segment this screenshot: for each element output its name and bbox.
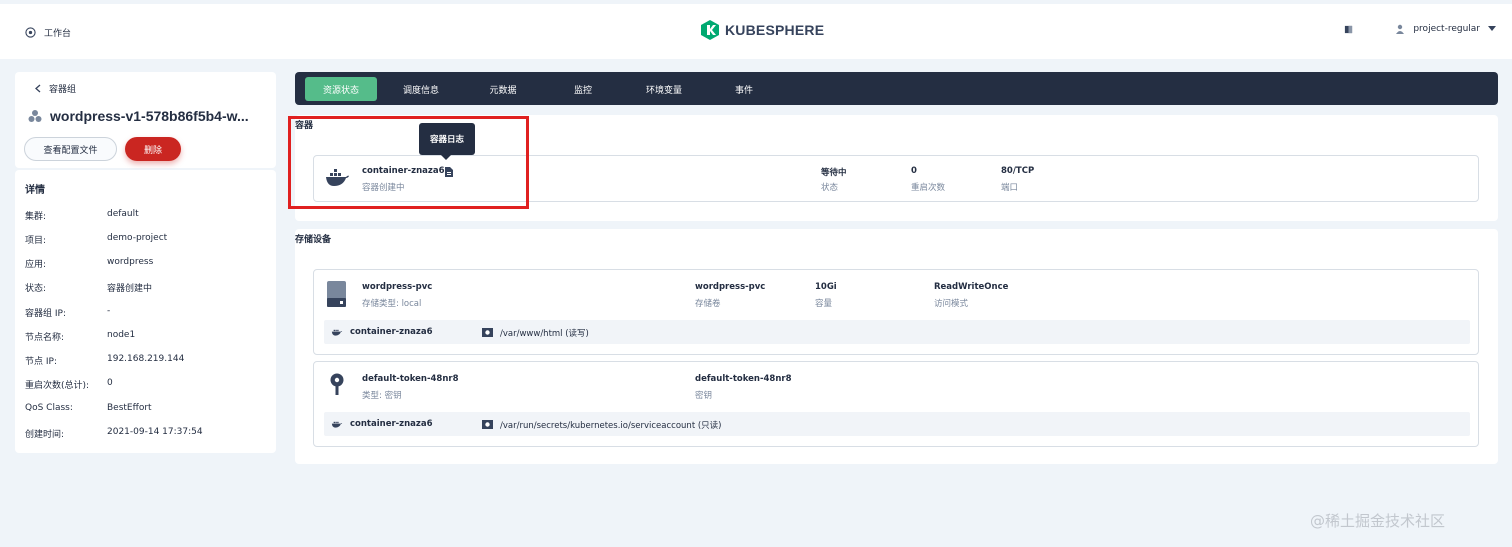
detail-value: 2021-09-14 17:37:54 [107,427,203,437]
container-restarts-label: 重启次数 [911,183,946,193]
detail-key: 重启次数(总计): [25,381,90,391]
tab-scheduling[interactable]: 调度信息 [385,77,457,101]
mount-path-icon [482,420,493,429]
detail-value: demo-project [107,233,168,243]
pod-icon [28,110,42,122]
volume-type: 存储类型: local [362,299,422,309]
volume-access-mode-label: 访问模式 [934,299,969,309]
pod-name: wordpress-v1-578b86f5b4-w... [50,108,249,124]
back-link[interactable]: 容器组 [35,82,76,95]
container-port-value: 80/TCP [1001,166,1035,176]
volume-pvc-label: 存储卷 [695,299,721,309]
tab-metadata[interactable]: 元数据 [467,77,539,101]
detail-value: BestEffort [107,403,152,413]
detail-value: 容器创建中 [107,284,153,294]
tab-monitoring[interactable]: 监控 [547,77,619,101]
mount-row: container-znaza6 /var/www/html (读写) [324,320,1470,344]
detail-row: 状态: 容器创建中 [25,281,152,294]
kubesphere-logo-icon [701,20,719,40]
header-right: project-regular [1344,24,1496,34]
detail-value: node1 [107,330,136,340]
detail-row: QoS Class: BestEffort [25,403,152,413]
kubesphere-logo[interactable]: KUBESPHERE [700,19,824,41]
workbench-icon [25,27,36,38]
storage-section-label: 存储设备 [295,235,332,245]
volume-card[interactable]: wordpress-pvc 存储类型: local wordpress-pvc … [313,269,1479,355]
detail-key: 应用: [25,260,47,270]
container-port-label: 端口 [1001,183,1019,193]
mount-container-name: container-znaza6 [350,327,433,337]
details-title: 详情 [25,185,45,196]
detail-key: 节点 IP: [25,357,57,367]
detail-key: 状态: [25,284,47,294]
back-label: 容器组 [49,85,77,95]
detail-value: default [107,209,139,219]
detail-row: 节点 IP: 192.168.219.144 [25,354,184,367]
container-status-label: 状态 [821,183,839,193]
volume-pvc-value: wordpress-pvc [695,282,766,292]
tab-resource-status[interactable]: 资源状态 [305,77,377,101]
disk-icon [327,281,346,307]
container-log-tooltip: 容器日志 [419,123,475,160]
detail-key: 集群: [25,212,47,222]
volume-access-mode-value: ReadWriteOnce [934,282,1009,292]
pod-actions: 查看配置文件 删除 [24,137,181,161]
mount-row: container-znaza6 /var/run/secrets/kubern… [324,412,1470,436]
detail-key: QoS Class: [25,403,73,413]
highlight-box [288,116,529,209]
brand-name: KUBESPHERE [725,22,825,38]
pod-title: wordpress-v1-578b86f5b4-w... [28,108,249,124]
caret-down-icon[interactable] [1488,26,1496,32]
detail-row: 重启次数(总计): 0 [25,378,113,391]
detail-row: 项目: demo-project [25,233,167,246]
key-icon [330,373,344,395]
volume-card[interactable]: default-token-48nr8 类型: 密钥 default-token… [313,361,1479,447]
detail-value: 192.168.219.144 [107,354,185,364]
detail-value: wordpress [107,257,154,267]
docker-icon [331,421,343,428]
top-header: 工作台 KUBESPHERE project-regular [0,4,1512,59]
container-status-value: 等待中 [821,168,847,178]
detail-key: 容器组 IP: [25,309,66,319]
volume-capacity-value: 10Gi [815,282,837,292]
tab-events[interactable]: 事件 [708,77,780,101]
view-config-button[interactable]: 查看配置文件 [24,137,117,161]
workbench-link[interactable]: 工作台 [25,26,71,39]
detail-key: 项目: [25,236,47,246]
watermark: @稀土掘金技术社区 [1310,512,1446,530]
detail-value: 0 [107,378,113,388]
container-restarts-value: 0 [911,166,917,176]
detail-row: 创建时间: 2021-09-14 17:37:54 [25,427,203,440]
chevron-left-icon [35,84,41,93]
volume-type: 类型: 密钥 [362,391,402,401]
workbench-label: 工作台 [44,29,72,39]
detail-row: 集群: default [25,209,139,222]
volume-name[interactable]: default-token-48nr8 [362,374,459,384]
tab-env-vars[interactable]: 环境变量 [628,77,700,101]
delete-button[interactable]: 删除 [125,137,181,161]
detail-value: - [107,306,111,316]
pod-summary-card: 容器组 wordpress-v1-578b86f5b4-w... 查看配置文件 … [15,72,276,168]
mount-path: /var/run/secrets/kubernetes.io/serviceac… [500,421,722,431]
detail-row: 容器组 IP: - [25,306,110,319]
detail-row: 节点名称: node1 [25,330,135,343]
detail-key: 节点名称: [25,333,65,343]
secret-label: 密钥 [695,391,713,401]
mount-path: /var/www/html (读写) [500,329,589,339]
mount-path-icon [482,328,493,337]
detail-row: 应用: wordpress [25,257,153,270]
details-card: 详情 集群: default 项目: demo-project 应用: wordpre… [15,170,276,453]
storage-section: 存储设备 wordpress-pvc 存储类型: local wordpress… [295,229,1498,464]
docker-icon [331,329,343,336]
mount-container-name: container-znaza6 [350,419,433,429]
user-icon [1396,24,1405,34]
document-icon[interactable] [1344,25,1353,34]
detail-key: 创建时间: [25,430,65,440]
volume-name[interactable]: wordpress-pvc [362,282,432,292]
volume-capacity-label: 容量 [815,299,833,309]
secret-name-value: default-token-48nr8 [695,374,792,384]
tab-bar: 资源状态 调度信息 元数据 监控 环境变量 事件 [295,72,1498,105]
user-name[interactable]: project-regular [1413,24,1480,34]
